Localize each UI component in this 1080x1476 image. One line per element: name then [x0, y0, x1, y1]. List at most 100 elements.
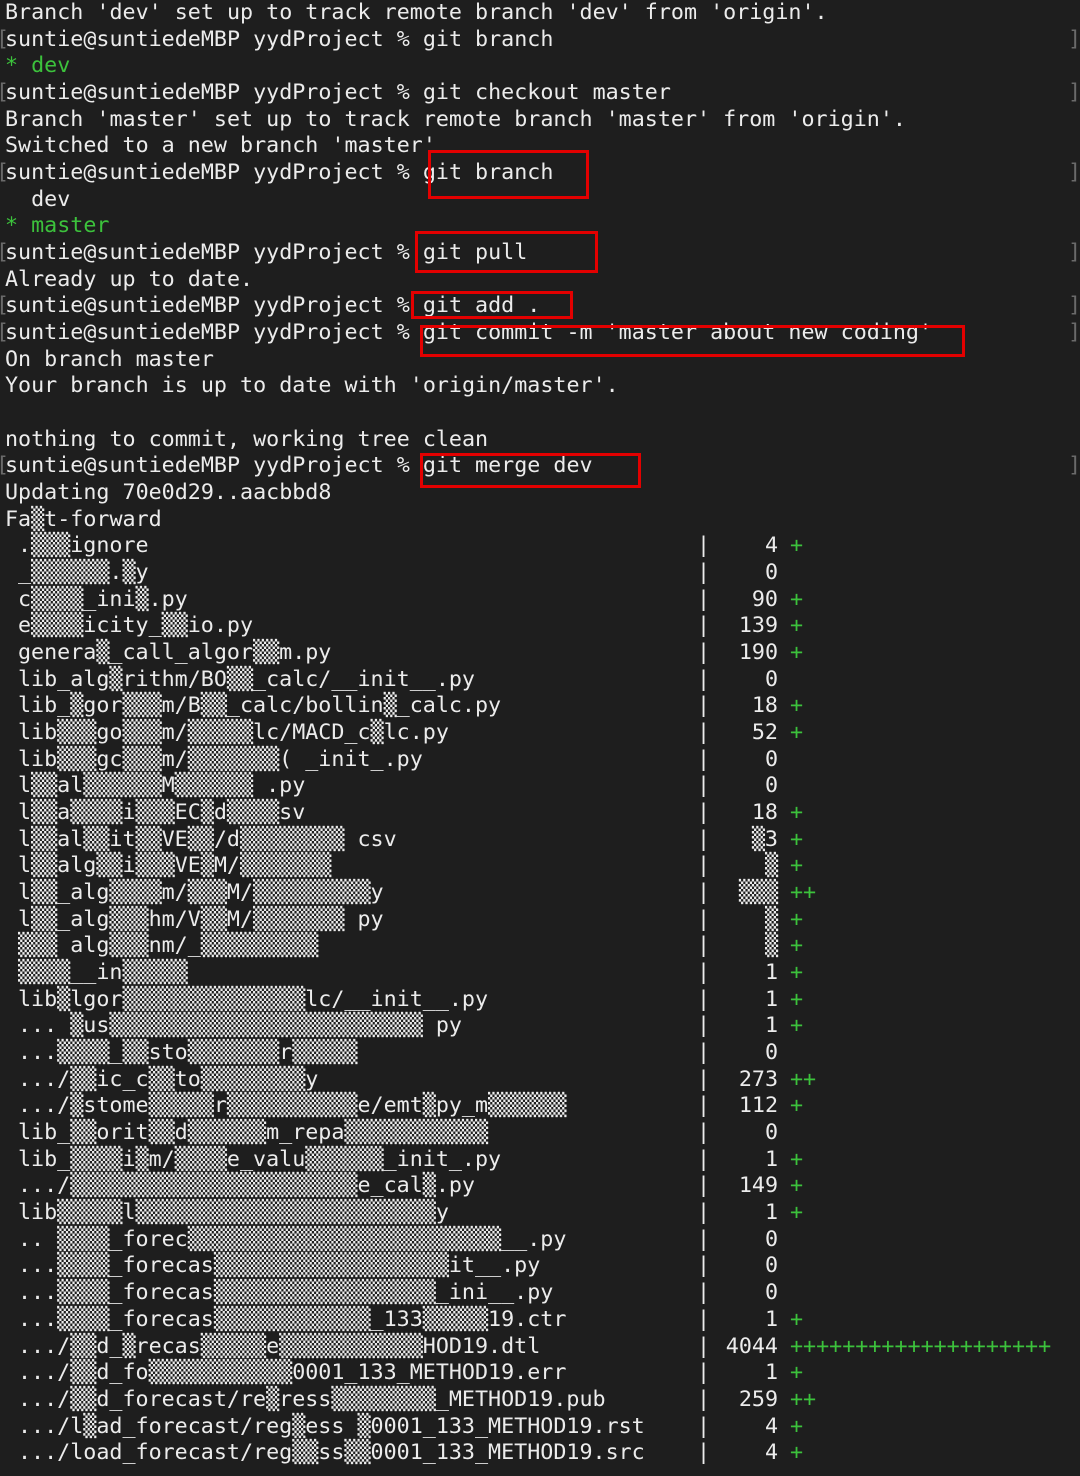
line-mark-right: ] [1068, 320, 1080, 346]
diffstat-separator: | [697, 1173, 711, 1199]
diffstat-separator: | [697, 640, 711, 666]
prompt-text: suntie@suntiedeMBP yydProject % git bran… [5, 27, 553, 54]
file-path: l▒▒alg▒▒i▒▒▒VE▒M/▒▒▒▒▒▒▒ [18, 853, 332, 879]
diffstat-row: lib_▒gor▒▒▒m/B▒▒_calc/bollin▒_calc.py | 18… [0, 693, 1080, 720]
file-path: .../▒▒d_▒recas▒▒▒▒▒e▒▒▒▒▒▒▒▒▒▒▒HOD19.dtl [18, 1333, 541, 1359]
diffstat-separator: | [697, 853, 711, 879]
diffstat-row: genera▒_call_algor▒▒m.py | 190 + [0, 640, 1080, 667]
insertions-graph: ++ [790, 1066, 817, 1092]
file-path: lib▒▒▒go▒▒▒m/▒▒▒▒▒lc/MACD_c▒lc.py [18, 720, 449, 746]
file-path: .../▒▒d_forecast/re▒ress▒▒▒▒▒▒▒▒_METHOD1… [18, 1386, 606, 1412]
diffstat-separator: | [697, 1280, 711, 1306]
file-path: genera▒_call_algor▒▒m.py [18, 640, 332, 666]
file-path: ... ▒us▒▒▒▒▒▒▒▒▒▒▒▒▒▒▒▒▒▒▒▒▒▒▒▒ py [18, 1013, 462, 1039]
change-count: 0 [764, 1226, 778, 1252]
insertions-graph: + [790, 1146, 804, 1172]
change-count: 1 [764, 1306, 778, 1332]
prompt-label: suntie@suntiedeMBP yydProject % [5, 293, 423, 319]
change-count: 1 [764, 1146, 778, 1172]
change-count: ▒ [764, 933, 778, 959]
diffstat-row: lib▒▒▒gc▒▒▒m/▒▒▒▒▒▒▒( _init_.py | 0 [0, 747, 1080, 774]
diffstat-row: .../▒▒d_fo▒▒▒▒▒▒▒▒▒▒▒0001_133_METHOD19.e… [0, 1360, 1080, 1387]
diffstat-row: lib_alg▒rithm/BO▒▒_calc/__init__.py | 0 [0, 667, 1080, 694]
file-path: .. ▒▒▒▒_forec▒▒▒▒▒▒▒▒▒▒▒▒▒▒▒▒▒▒▒▒▒▒▒▒__.… [18, 1226, 567, 1252]
diffstat-row: ...▒▒▒▒_forecas▒▒▒▒▒▒▒▒▒▒▒▒▒▒▒▒▒_ini__.p… [0, 1280, 1080, 1307]
output-line: Branch 'master' set up to track remote b… [0, 107, 1080, 134]
highlight-box-git-branch [428, 150, 589, 199]
insertions-graph: + [790, 1306, 804, 1332]
highlight-box-git-commit [420, 325, 965, 357]
diffstat-separator: | [697, 1386, 711, 1412]
diffstat-row: .../▒▒ic_c▒▒to▒▒▒▒▒▒▒▒y | 273 ++ [0, 1067, 1080, 1094]
change-count: 1 [764, 960, 778, 986]
insertions-graph: + [790, 693, 804, 719]
diffstat-row: .../load_forecast/reg▒▒ss▒▒0001_133_METH… [0, 1440, 1080, 1467]
insertions-graph: + [790, 906, 804, 932]
insertions-graph: + [790, 1093, 804, 1119]
change-count: ▒ [764, 853, 778, 879]
change-count: 0 [764, 666, 778, 692]
change-count: ▒3 [751, 826, 778, 852]
change-count: 139 [738, 613, 778, 639]
file-path: l▒▒al▒▒▒▒▒▒M▒▒▒▒▒▒ .py [18, 773, 306, 799]
diffstat-row: ▒▒▒▒__in▒▒▒▒▒ | 1 + [0, 960, 1080, 987]
diffstat-separator: | [697, 1120, 711, 1146]
file-path: ▒▒▒▒__in▒▒▒▒▒ [18, 960, 188, 986]
diffstat-separator: | [697, 560, 711, 586]
change-count: 0 [764, 1040, 778, 1066]
insertions-graph: + [790, 640, 804, 666]
insertions-graph: + [790, 826, 804, 852]
file-path: .../▒▒▒▒▒▒▒▒▒▒▒▒▒▒▒▒▒▒▒▒▒▒e_cal▒.py [18, 1173, 475, 1199]
output-text: nothing to commit, working tree clean [5, 426, 489, 452]
diffstat-row: _▒▒▒▒▒▒.▒y | 0 [0, 560, 1080, 587]
diffstat-separator: | [697, 746, 711, 772]
diffstat-row: .▒▒▒ignore | 4 + [0, 533, 1080, 560]
output-line: Your branch is up to date with 'origin/m… [0, 373, 1080, 400]
diffstat-separator: | [697, 800, 711, 826]
file-path: ...▒▒▒▒_▒▒sto▒▒▒▒▒▒▒r▒▒▒▒▒ [18, 1040, 358, 1066]
diffstat-separator: | [697, 613, 711, 639]
diffstat-row: lib▒lgor▒▒▒▒▒▒▒▒▒▒▒▒▒▒lc/__init__.py | 1 + [0, 987, 1080, 1014]
change-count: 90 [751, 586, 778, 612]
file-path: lib▒lgor▒▒▒▒▒▒▒▒▒▒▒▒▒▒lc/__init__.py [18, 986, 489, 1012]
file-path: l▒▒_alg▒▒▒hm/V▒▒M/▒▒▒▒▒▒▒ py [18, 906, 384, 932]
diffstat-separator: | [697, 933, 711, 959]
output-text: Your branch is up to date with 'origin/m… [5, 373, 619, 399]
highlight-box-git-merge [420, 453, 641, 488]
file-path: lib_▒gor▒▒▒m/B▒▒_calc/bollin▒_calc.py [18, 693, 502, 719]
insertions-graph: ++++++++++++++++++++ [790, 1333, 1052, 1359]
file-path: ▒▒▒ alg▒▒▒nm/_▒▒▒▒▒▒▒▒▒ [18, 933, 319, 959]
change-count: 259 [738, 1386, 778, 1412]
diffstat-separator: | [697, 773, 711, 799]
diffstat-separator: | [697, 720, 711, 746]
insertions-graph: + [790, 1360, 804, 1386]
output-line: * dev [0, 53, 1080, 80]
diffstat-separator: | [697, 1360, 711, 1386]
insertions-graph: + [790, 613, 804, 639]
change-count: 4 [764, 1413, 778, 1439]
output-line: nothing to commit, working tree clean [0, 427, 1080, 454]
file-path: .../▒▒ic_c▒▒to▒▒▒▒▒▒▒▒y [18, 1066, 319, 1092]
insertions-graph: + [790, 986, 804, 1012]
output-text: Branch 'dev' set up to track remote bran… [5, 0, 828, 25]
diffstat-separator: | [697, 1066, 711, 1092]
file-path: l▒▒al▒▒it▒▒VE▒▒/d▒▒▒▒▒▒▒▒ csv [18, 826, 397, 852]
change-count: 190 [738, 640, 778, 666]
prompt-label: suntie@suntiedeMBP yydProject % [5, 453, 423, 479]
change-count: 18 [751, 800, 778, 826]
diffstat-separator: | [697, 906, 711, 932]
diffstat-row: lib_▒▒orit▒▒d▒▒▒▒▒▒m_repa▒▒▒▒▒▒▒▒▒▒▒ | 0 [0, 1120, 1080, 1147]
diffstat-separator: | [697, 533, 711, 559]
change-count: 4044 [725, 1333, 778, 1359]
diffstat-separator: | [697, 1413, 711, 1439]
diffstat-row: .../▒stome▒▒▒▒▒r▒▒▒▒▒▒▒▒▒▒e/emt▒py_m▒▒▒▒… [0, 1093, 1080, 1120]
diffstat-separator: | [697, 1093, 711, 1119]
diffstat-separator: | [697, 1440, 711, 1466]
diffstat-row: ...▒▒▒▒_forecas▒▒▒▒▒▒▒▒▒▒▒▒_133▒▒▒▒▒19.c… [0, 1307, 1080, 1334]
insertions-graph: + [790, 586, 804, 612]
diffstat-separator: | [697, 960, 711, 986]
insertions-graph: + [790, 1440, 804, 1466]
prompt-text: suntie@suntiedeMBP yydProject % git chec… [5, 80, 671, 107]
diffstat-separator: | [697, 1040, 711, 1066]
diffstat-separator: | [697, 666, 711, 692]
